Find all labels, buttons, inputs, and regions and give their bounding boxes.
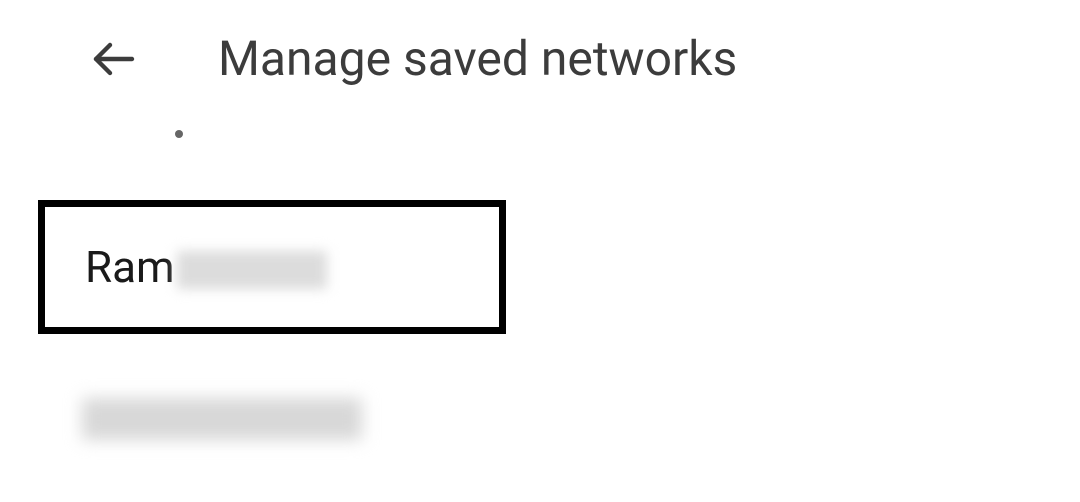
- artifact-dot: [175, 130, 183, 138]
- network-item-selected[interactable]: Ram: [38, 200, 506, 334]
- back-button[interactable]: [90, 35, 138, 83]
- page-title: Manage saved networks: [218, 30, 737, 87]
- network-name-visible: Ram: [85, 241, 175, 293]
- network-name-redacted: [177, 251, 327, 289]
- network-name: Ram: [85, 241, 327, 293]
- back-arrow-icon: [90, 35, 138, 83]
- network-item-redacted[interactable]: [82, 398, 362, 440]
- header: Manage saved networks: [0, 0, 1080, 117]
